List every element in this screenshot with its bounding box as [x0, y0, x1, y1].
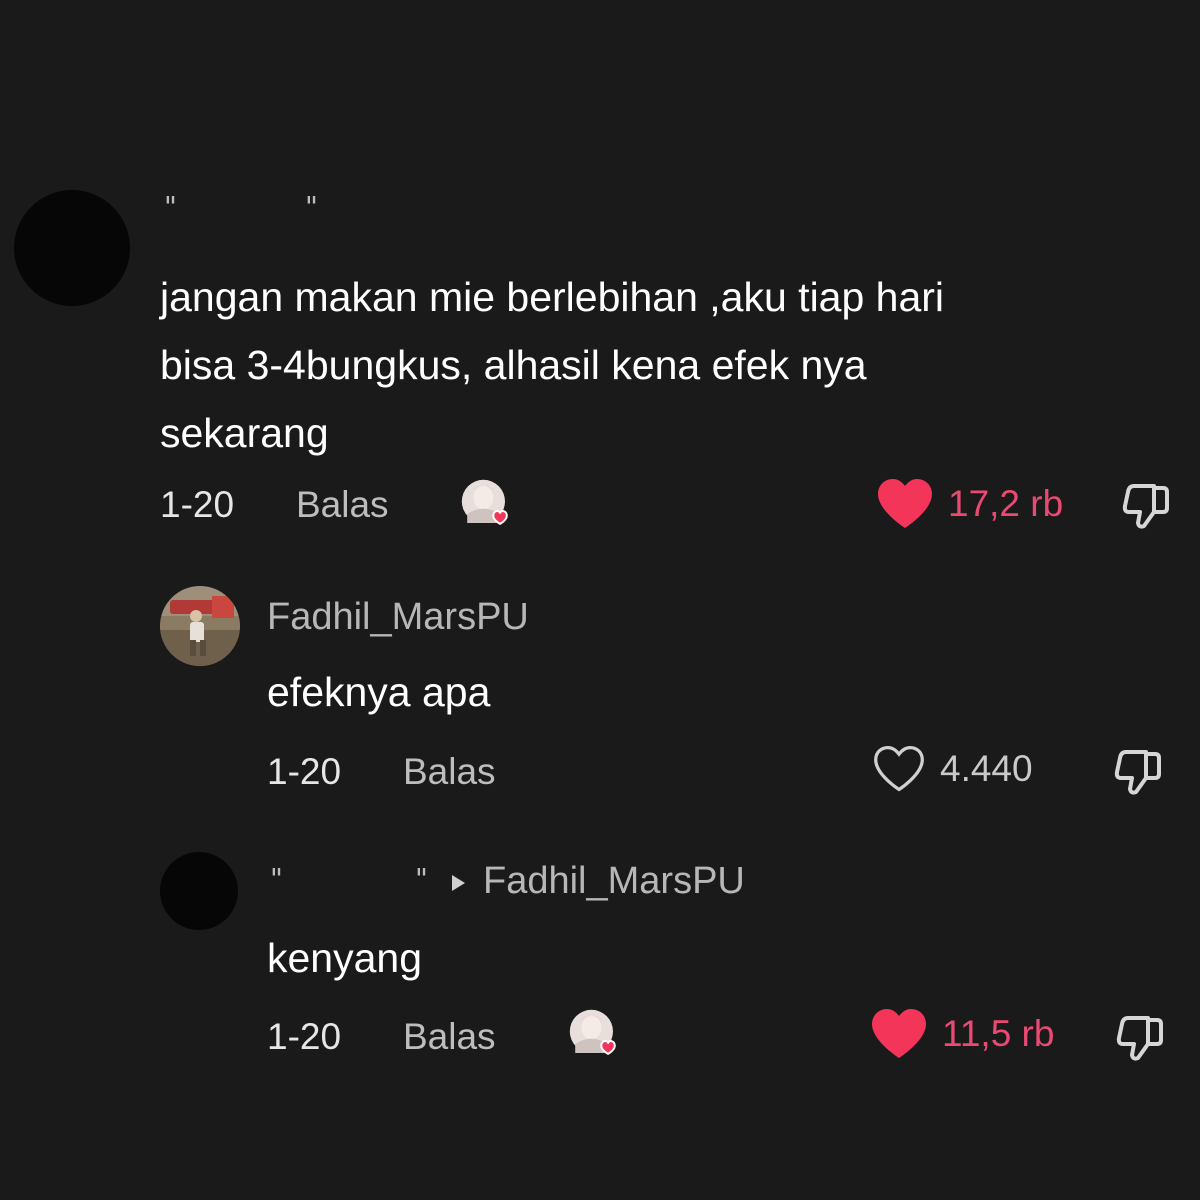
thumbs-down-icon[interactable]	[1114, 1012, 1166, 1064]
like-count: 4.440	[940, 748, 1033, 789]
like-button[interactable]: 17,2 rb	[876, 478, 1063, 530]
comment-username[interactable]: Fadhil_MarsPU	[267, 596, 529, 639]
comment-text-line: sekarang	[160, 410, 329, 456]
creator-liked-badge	[461, 479, 508, 526]
reply-to-username[interactable]: Fadhil_MarsPU	[452, 860, 745, 903]
username-quote-open: "	[164, 190, 177, 223]
reply-button[interactable]: Balas	[403, 1016, 496, 1058]
like-count: 17,2 rb	[948, 483, 1064, 524]
comment-date: 1-20	[267, 751, 342, 792]
reply-button[interactable]: Balas	[403, 751, 496, 793]
comment-date: 1-20	[267, 1016, 342, 1057]
comment-text-line: bisa 3-4bungkus, alhasil kena efek nya	[160, 342, 867, 388]
heart-icon	[878, 479, 932, 528]
creator-liked-badge	[569, 1009, 616, 1056]
heart-icon	[872, 1009, 926, 1058]
username-quote-close: "	[305, 190, 318, 223]
comment-text-line: jangan makan mie berlebihan ,aku tiap ha…	[160, 274, 945, 320]
reply-to-name: Fadhil_MarsPU	[483, 860, 745, 902]
like-button[interactable]: 11,5 rb	[870, 1008, 1054, 1060]
like-count: 11,5 rb	[942, 1013, 1055, 1054]
comment-thread: { "comments": [ { "quote_open": "\"", "q…	[0, 0, 1200, 1200]
thumbs-down-icon[interactable]	[1120, 480, 1172, 532]
comment-date: 1-20	[160, 484, 235, 525]
avatar[interactable]	[160, 852, 238, 930]
thumbs-down-icon[interactable]	[1112, 746, 1164, 798]
avatar[interactable]	[14, 190, 130, 306]
username-quote-open: "	[270, 862, 283, 895]
comment-text: efeknya apa	[267, 669, 491, 715]
comment-text: kenyang	[267, 935, 423, 981]
heart-icon	[874, 745, 924, 792]
avatar[interactable]	[160, 586, 240, 666]
triangle-right-icon	[452, 874, 465, 891]
username-quote-close: "	[415, 862, 428, 895]
reply-button[interactable]: Balas	[296, 484, 389, 526]
like-button[interactable]: 4.440	[872, 744, 1033, 794]
comment-text: jangan makan mie berlebihan ,aku tiap ha…	[160, 263, 944, 467]
